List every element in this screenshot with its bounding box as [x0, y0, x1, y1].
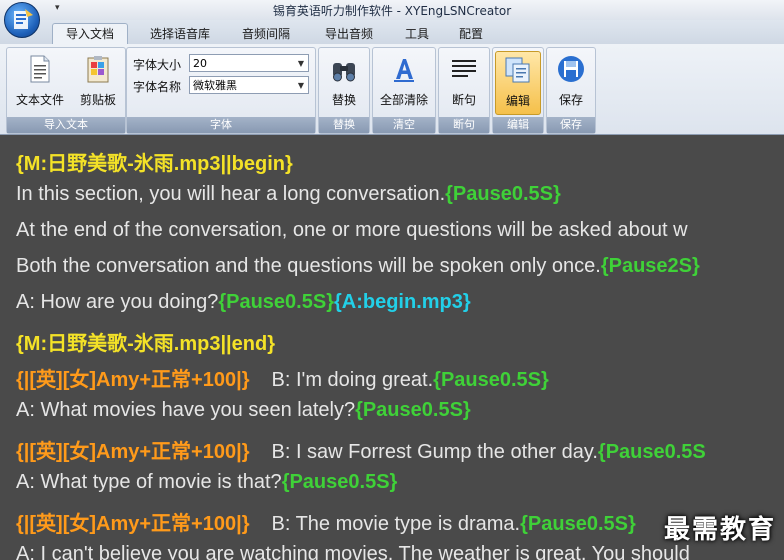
clear-all-button[interactable]: 全部清除	[375, 51, 433, 113]
paragraph-lines-icon	[452, 60, 476, 77]
pause-tag: {Pause0.5S}	[433, 369, 549, 391]
pause-tag: {Pause0.5S}	[520, 513, 636, 535]
edit-documents-icon	[505, 57, 530, 83]
clear-formatting-icon	[394, 59, 414, 82]
pause-tag: {Pause0.5S	[597, 441, 706, 463]
font-group: 字体大小 20 ▼ 字体名称 微软雅黑 ▼ 字体	[126, 47, 316, 134]
pause-tag: {Pause0.5S}	[281, 471, 398, 493]
line-text: A: What type of movie is that?	[16, 471, 282, 493]
line-text: At the end of the conversation, one or m…	[16, 219, 688, 241]
clipboard-icon	[87, 56, 109, 83]
line-text: Both the conversation and the questions …	[16, 255, 601, 277]
import-text-group: 文本文件 剪贴板 导入文本	[6, 47, 126, 134]
editor-line: In this section, you will hear a long co…	[16, 183, 561, 206]
line-text: B: The movie type is drama.	[271, 513, 521, 535]
editor-line: {M:日野美歌-氷雨.mp3||end}	[16, 327, 275, 356]
text-file-icon	[30, 55, 50, 83]
edit-group-label: 编辑	[493, 117, 543, 133]
music-tag: {M:日野美歌-氷雨.mp3||end}	[16, 333, 275, 355]
pause-tag: {Pause2S}	[600, 255, 700, 277]
editor-line: At the end of the conversation, one or m…	[16, 219, 688, 242]
editor-line: {M:日野美歌-氷雨.mp3||begin}	[16, 147, 293, 176]
title-bar: ▾ 锡育英语听力制作软件 - XYEngLSNCreator	[0, 0, 784, 20]
font-size-select[interactable]: 20 ▼	[189, 54, 309, 72]
editor-line: A: What type of movie is that?{Pause0.5S…	[16, 471, 397, 494]
ribbon-tab-strip: 导入文档 选择语音库 音频间隔 导出音频 工具 配置	[0, 20, 784, 45]
sentence-break-button[interactable]: 断句	[441, 51, 487, 113]
save-label: 保存	[558, 93, 583, 107]
font-name-label: 字体名称	[133, 80, 182, 94]
edit-button[interactable]: 编辑	[495, 51, 541, 115]
clipboard-button[interactable]: 剪贴板	[73, 51, 123, 113]
sentence-break-group-label: 断句	[439, 117, 489, 133]
ribbon: 文本文件 剪贴板 导入文本 字体大小 20 ▼ 字体名称 微软雅黑 ▼ 字体 替…	[0, 44, 784, 135]
sentence-break-group: 断句 断句	[438, 47, 490, 134]
font-name-select[interactable]: 微软雅黑 ▼	[189, 76, 309, 94]
tab-settings[interactable]: 配置	[448, 24, 494, 44]
script-editor[interactable]: {M:日野美歌-氷雨.mp3||begin} In this section, …	[0, 135, 784, 560]
text-file-button[interactable]: 文本文件	[11, 51, 69, 113]
watermark: 最需教育	[663, 515, 776, 545]
clear-group-label: 清空	[373, 117, 435, 133]
chevron-down-icon: ▼	[297, 81, 304, 90]
edit-group: 编辑 编辑	[492, 47, 544, 134]
replace-button[interactable]: 替换	[321, 51, 367, 113]
save-group: 保存 保存	[546, 47, 596, 134]
replace-group-label: 替换	[319, 117, 369, 133]
line-text: A: How are you doing?	[16, 291, 219, 313]
clear-group: 全部清除 清空	[372, 47, 436, 134]
import-text-group-label: 导入文本	[7, 117, 125, 133]
tab-import-document[interactable]: 导入文档	[52, 23, 128, 45]
tab-voice-library[interactable]: 选择语音库	[138, 24, 222, 44]
text-file-label: 文本文件	[15, 93, 64, 107]
font-size-value: 20	[193, 57, 207, 70]
editor-line: {|[英][女]Amy+正常+100|} B: The movie type is…	[16, 507, 636, 536]
pause-tag: {Pause0.5S}	[355, 399, 471, 421]
sentence-break-label: 断句	[451, 93, 476, 107]
clipboard-label: 剪贴板	[79, 93, 116, 107]
line-text: B: I'm doing great.	[271, 369, 434, 391]
voice-tag: {|[英][女]Amy+正常+100|}	[16, 441, 250, 463]
replace-group: 替换 替换	[318, 47, 370, 134]
window-title: 锡育英语听力制作软件 - XYEngLSNCreator	[272, 4, 512, 18]
editor-line: A: I can't believe you are watching movi…	[16, 543, 690, 560]
save-disk-icon	[558, 56, 584, 82]
voice-tag: {|[英][女]Amy+正常+100|}	[16, 513, 250, 535]
editor-line: {|[英][女]Amy+正常+100|} B: I'm doing great.{…	[16, 363, 549, 392]
save-group-label: 保存	[547, 117, 595, 133]
music-tag: {M:日野美歌-氷雨.mp3||begin}	[16, 153, 293, 175]
binoculars-icon	[333, 63, 355, 82]
editor-line: {|[英][女]Amy+正常+100|} B: I saw Forrest Gum…	[16, 435, 706, 464]
line-text: In this section, you will hear a long co…	[16, 183, 446, 205]
tab-tools[interactable]: 工具	[394, 24, 440, 44]
pause-tag: {Pause0.5S}	[218, 291, 334, 313]
line-text: A: I can't believe you are watching movi…	[16, 543, 690, 560]
line-text: B: I saw Forrest Gump the other day.	[271, 441, 598, 463]
voice-tag: {|[英][女]Amy+正常+100|}	[16, 369, 250, 391]
editor-line: A: How are you doing?{Pause0.5S}{A:begin…	[16, 291, 471, 314]
font-size-label: 字体大小	[133, 58, 182, 72]
tab-export-audio[interactable]: 导出音频	[312, 24, 386, 44]
chevron-down-icon: ▼	[297, 59, 304, 68]
edit-label: 编辑	[505, 94, 530, 108]
replace-label: 替换	[331, 93, 356, 107]
tab-audio-interval[interactable]: 音频间隔	[230, 24, 302, 44]
app-logo-icon[interactable]	[4, 2, 40, 38]
editor-line: A: What movies have you seen lately?{Pau…	[16, 399, 471, 422]
editor-line: Both the conversation and the questions …	[16, 255, 700, 278]
line-text: A: What movies have you seen lately?	[16, 399, 356, 421]
save-button[interactable]: 保存	[549, 51, 593, 113]
audio-tag: {A:begin.mp3}	[333, 291, 471, 313]
clear-all-label: 全部清除	[379, 93, 428, 107]
font-name-value: 微软雅黑	[193, 79, 237, 92]
pause-tag: {Pause0.5S}	[445, 183, 561, 205]
font-group-label: 字体	[127, 117, 315, 133]
